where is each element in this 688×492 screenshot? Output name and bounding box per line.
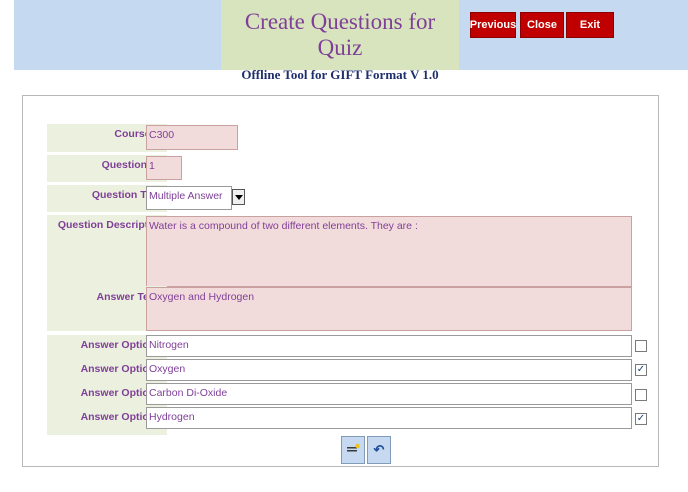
question-type-select[interactable]: Multiple Answer (146, 186, 232, 210)
answer-texts-field[interactable]: Oxygen and Hydrogen (146, 287, 632, 331)
new-record-button[interactable] (341, 436, 365, 464)
undo-button[interactable]: ↶ (367, 436, 391, 464)
course-id-field[interactable]: C300 (146, 125, 238, 150)
answer-option-3-checkbox[interactable] (635, 389, 647, 401)
form-panel: Course ID C300 Question No 1 Question Ty… (22, 95, 659, 467)
answer-option-4-checkbox[interactable]: ✓ (635, 413, 647, 425)
app-title: Create Questions for Quiz (244, 9, 436, 60)
close-button[interactable]: Close (520, 12, 564, 38)
answer-option-4-field[interactable]: Hydrogen (146, 407, 632, 429)
answer-option-2-field[interactable]: Oxygen (146, 359, 632, 381)
new-record-icon (346, 443, 360, 458)
answer-option-3-field[interactable]: Carbon Di-Oxide (146, 383, 632, 405)
previous-button[interactable]: Previous (470, 12, 516, 38)
app-subtitle: Offline Tool for GIFT Format V 1.0 (241, 67, 439, 82)
answer-option-1-checkbox[interactable] (635, 340, 647, 352)
undo-icon: ↶ (373, 442, 385, 457)
exit-button[interactable]: Exit (566, 12, 614, 38)
question-no-field[interactable]: 1 (146, 156, 182, 180)
dropdown-arrow-icon[interactable] (232, 189, 245, 205)
answer-option-1-field[interactable]: Nitrogen (146, 335, 632, 357)
answer-option-2-checkbox[interactable]: ✓ (635, 364, 647, 376)
title-box: Create Questions for Quiz Offline Tool f… (221, 0, 459, 82)
question-description-field[interactable]: Water is a compound of two different ele… (146, 216, 632, 287)
